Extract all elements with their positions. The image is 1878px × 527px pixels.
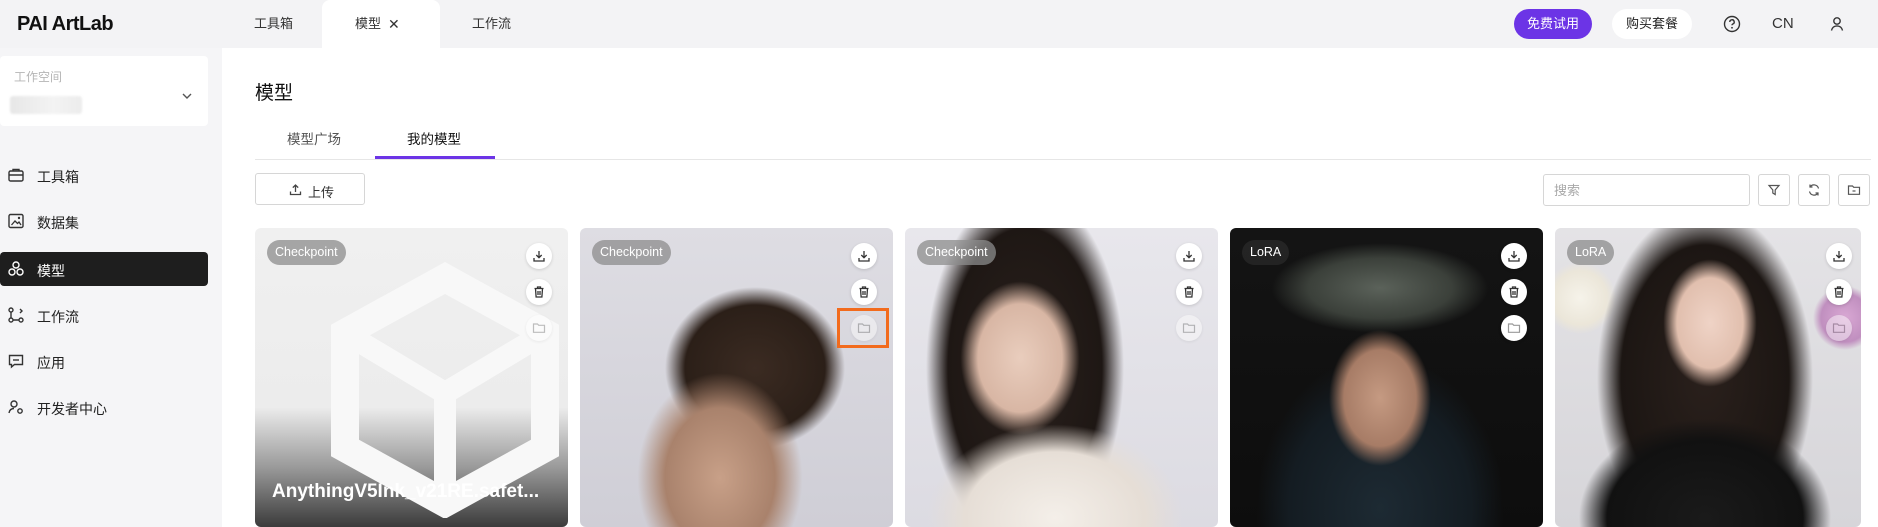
- download-button[interactable]: [1826, 243, 1852, 269]
- tab-model-plaza[interactable]: 模型广场: [287, 128, 341, 148]
- sidebar-item-label: 数据集: [37, 215, 79, 231]
- delete-button[interactable]: [1501, 279, 1527, 305]
- upload-button[interactable]: 上传: [255, 173, 365, 205]
- trash-icon: [534, 286, 544, 298]
- model-name: AnythingV5Ink_v21RE.safet...: [272, 481, 540, 502]
- download-button[interactable]: [1501, 243, 1527, 269]
- workspace-label: 工作空间: [14, 70, 63, 84]
- model-type-badge: Checkpoint: [917, 240, 996, 265]
- folder-icon: [1507, 323, 1521, 333]
- dataset-icon: [8, 213, 24, 229]
- folder-icon: [1832, 323, 1846, 333]
- download-button[interactable]: [1176, 243, 1202, 269]
- trash-icon: [859, 286, 869, 298]
- model-type-badge: Checkpoint: [267, 240, 346, 265]
- download-icon: [533, 251, 545, 262]
- sidebar-item-developer[interactable]: 开发者中心: [0, 390, 208, 424]
- sidebar-item-model[interactable]: 模型: [0, 252, 208, 286]
- refresh-button[interactable]: [1798, 174, 1830, 206]
- move-to-folder-button[interactable]: [1826, 315, 1852, 341]
- filter-icon: [1767, 184, 1781, 196]
- chevron-down-icon: [182, 93, 192, 99]
- download-icon: [858, 251, 870, 262]
- toolbox-icon: [8, 168, 24, 182]
- sidebar-item-label: 工作流: [37, 309, 79, 325]
- main-content: 模型 模型广场 我的模型 上传 Checkpoint AnythingV5Ink…: [222, 48, 1878, 527]
- tab-model[interactable]: 模型 ✕: [322, 0, 440, 48]
- model-icon: [8, 261, 24, 276]
- model-type-badge: LoRA: [1242, 240, 1290, 265]
- sidebar-item-toolbox[interactable]: 工具箱: [0, 158, 208, 192]
- refresh-icon: [1808, 184, 1820, 196]
- folder-icon: [1182, 323, 1196, 333]
- sidebar-item-label: 模型: [37, 263, 65, 279]
- tab-model-label: 模型: [355, 16, 382, 31]
- highlight-box: [837, 308, 889, 348]
- upload-label: 上传: [308, 185, 335, 200]
- sidebar-item-app[interactable]: 应用: [0, 344, 208, 378]
- search-input[interactable]: [1543, 174, 1750, 206]
- top-bar: PAI ArtLab 工具箱 模型 ✕ 工作流 免费试用 购买套餐 CN: [0, 0, 1878, 48]
- download-icon: [1508, 251, 1520, 262]
- delete-button[interactable]: [1176, 279, 1202, 305]
- sidebar-item-workflow[interactable]: 工作流: [0, 298, 208, 332]
- workspace-selector[interactable]: 工作空间: [0, 56, 208, 126]
- tab-my-models[interactable]: 我的模型: [407, 128, 461, 148]
- download-icon: [1183, 251, 1195, 262]
- move-to-folder-button[interactable]: [1501, 315, 1527, 341]
- workflow-icon: [8, 307, 24, 323]
- close-icon[interactable]: ✕: [388, 0, 400, 48]
- folder-button[interactable]: [1838, 174, 1870, 206]
- sidebar-item-label: 工具箱: [37, 169, 79, 185]
- user-icon[interactable]: [1827, 14, 1847, 34]
- sidebar: 工作空间 工具箱 数据集 模型 工作流 应用 开发者中心: [0, 48, 222, 527]
- model-card[interactable]: Checkpoint AnythingV5Ink_v21RE.safet...: [255, 228, 568, 527]
- active-tab-indicator: [375, 156, 495, 159]
- download-button[interactable]: [526, 243, 552, 269]
- move-to-folder-button[interactable]: [526, 315, 552, 341]
- workspace-value-blurred: [10, 96, 82, 114]
- page-title: 模型: [255, 83, 294, 104]
- model-card[interactable]: Checkpoint: [580, 228, 893, 527]
- buy-plan-button[interactable]: 购买套餐: [1612, 9, 1692, 39]
- model-card[interactable]: LoRA: [1230, 228, 1543, 527]
- free-trial-button[interactable]: 免费试用: [1514, 9, 1592, 39]
- trash-icon: [1509, 286, 1519, 298]
- developer-icon: [8, 400, 23, 414]
- tab-divider: [255, 159, 1871, 160]
- download-icon: [1833, 251, 1845, 262]
- sidebar-item-label: 开发者中心: [37, 401, 107, 417]
- help-icon[interactable]: [1722, 14, 1742, 34]
- sidebar-item-dataset[interactable]: 数据集: [0, 204, 208, 238]
- folder-icon: [1847, 185, 1861, 195]
- delete-button[interactable]: [1826, 279, 1852, 305]
- move-to-folder-button[interactable]: [1176, 315, 1202, 341]
- delete-button[interactable]: [851, 279, 877, 305]
- delete-button[interactable]: [526, 279, 552, 305]
- model-card[interactable]: Checkpoint: [905, 228, 1218, 527]
- filter-button[interactable]: [1758, 174, 1790, 206]
- model-type-badge: Checkpoint: [592, 240, 671, 265]
- trash-icon: [1834, 286, 1844, 298]
- model-type-badge: LoRA: [1567, 240, 1615, 265]
- download-button[interactable]: [851, 243, 877, 269]
- tab-workflow[interactable]: 工作流: [472, 0, 511, 48]
- folder-icon: [532, 323, 546, 333]
- upload-icon: [289, 184, 302, 196]
- model-card[interactable]: LoRA: [1555, 228, 1861, 527]
- app-logo[interactable]: PAI ArtLab: [17, 13, 114, 36]
- sidebar-item-label: 应用: [37, 355, 65, 371]
- trash-icon: [1184, 286, 1194, 298]
- tab-toolbox[interactable]: 工具箱: [254, 0, 293, 48]
- language-switch[interactable]: CN: [1772, 15, 1794, 32]
- app-icon: [8, 354, 24, 369]
